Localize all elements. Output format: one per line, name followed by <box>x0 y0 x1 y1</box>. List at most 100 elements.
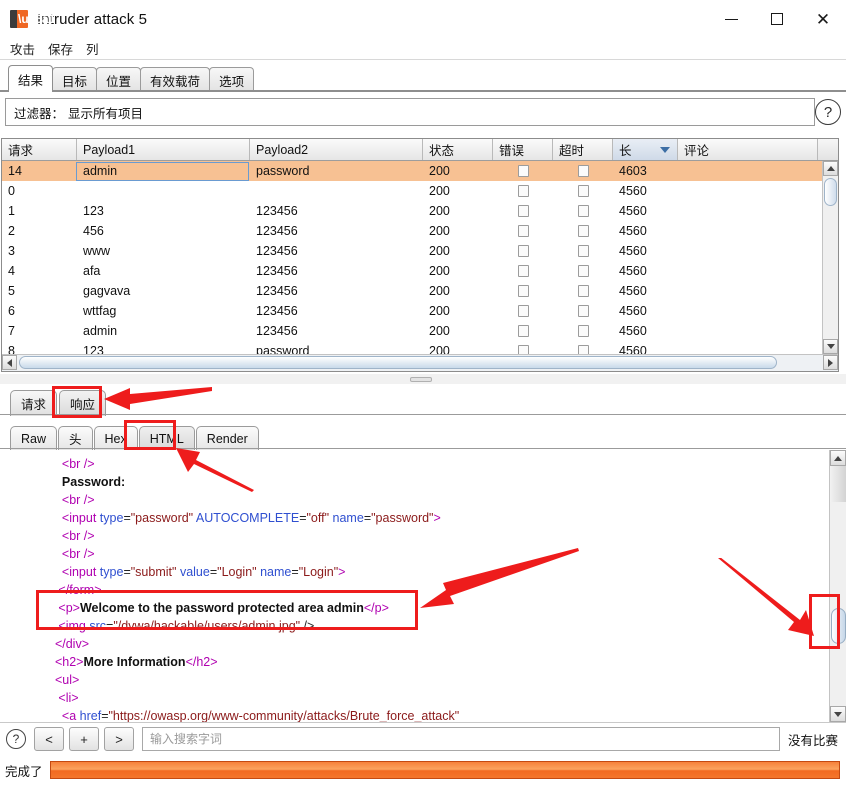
tab-target[interactable]: 目标 <box>52 67 98 92</box>
tab-hex[interactable]: Hex <box>93 426 138 450</box>
table-row[interactable]: 1 123 123456 200 4560 <box>2 201 822 221</box>
code-token-plain: /> <box>300 619 315 633</box>
timeout-checkbox[interactable] <box>577 165 589 177</box>
timeout-checkbox[interactable] <box>577 285 589 297</box>
timeout-checkbox[interactable] <box>577 325 589 337</box>
table-row[interactable]: 5 gagvava 123456 200 4560 <box>2 281 822 301</box>
code-vertical-scrollbar[interactable] <box>829 450 846 722</box>
sort-descending-icon <box>660 147 670 153</box>
code-line: <input type="submit" value="Login" name=… <box>48 563 828 581</box>
menu-item-columns[interactable]: 列 <box>86 39 99 58</box>
code-token-attr: name <box>332 511 364 525</box>
code-scroll-down-icon[interactable] <box>830 706 846 722</box>
table-header-1[interactable]: Payload1 <box>77 139 250 160</box>
code-scroll-up-icon[interactable] <box>830 450 846 466</box>
horizontal-scroll-thumb[interactable] <box>19 356 777 369</box>
error-checkbox[interactable] <box>517 185 529 197</box>
table-row[interactable]: 3 www 123456 200 4560 <box>2 241 822 261</box>
vertical-scroll-thumb[interactable] <box>824 178 837 206</box>
panel-splitter[interactable] <box>0 374 846 384</box>
timeout-checkbox[interactable] <box>577 305 589 317</box>
table-row[interactable]: 4 afa 123456 200 4560 <box>2 261 822 281</box>
table-cell-request: 3 <box>8 244 15 258</box>
error-checkbox[interactable] <box>517 245 529 257</box>
timeout-checkbox[interactable] <box>577 185 589 197</box>
status-label: 完成了 <box>5 764 43 779</box>
timeout-checkbox[interactable] <box>577 245 589 257</box>
search-next-button[interactable]: > <box>104 727 134 751</box>
table-header-2[interactable]: Payload2 <box>250 139 423 160</box>
error-checkbox[interactable] <box>517 165 529 177</box>
tab-results[interactable]: 结果 <box>8 65 54 92</box>
table-cell-error <box>493 261 553 281</box>
error-checkbox[interactable] <box>517 345 529 354</box>
tab-payloads[interactable]: 有效载荷 <box>140 67 211 92</box>
table-header-6[interactable]: 长 <box>613 139 678 160</box>
error-checkbox[interactable] <box>517 285 529 297</box>
table-cell-status: 200 <box>429 204 450 218</box>
focused-cell[interactable]: admin <box>76 161 249 181</box>
tab-positions[interactable]: 位置 <box>96 67 142 92</box>
filter-bar[interactable]: 过滤器： 显示所有项目 <box>5 98 815 126</box>
table-header-5[interactable]: 超时 <box>553 139 613 160</box>
table-cell-error <box>493 181 553 201</box>
filter-help-icon[interactable]: ? <box>815 99 841 125</box>
search-input[interactable] <box>142 727 780 751</box>
timeout-checkbox[interactable] <box>577 345 589 354</box>
table-row[interactable]: 0 200 4560 <box>2 181 822 201</box>
table-cell-timeout <box>553 181 613 201</box>
code-token-val: "https://owasp.org/www-community/attacks… <box>108 709 460 722</box>
error-checkbox[interactable] <box>517 205 529 217</box>
code-token-val: "submit" <box>130 565 177 579</box>
table-header-7[interactable]: 评论 <box>678 139 818 160</box>
tab-options[interactable]: 选项 <box>209 67 255 92</box>
menu-item-attack[interactable]: 攻击 <box>10 39 35 58</box>
table-horizontal-scrollbar[interactable] <box>2 354 838 371</box>
code-scroll-track[interactable] <box>830 466 846 502</box>
table-header-3[interactable]: 状态 <box>423 139 493 160</box>
search-help-icon[interactable]: ? <box>6 729 26 749</box>
table-cell-timeout <box>553 341 613 354</box>
search-add-button[interactable]: + <box>69 727 99 751</box>
error-checkbox[interactable] <box>517 325 529 337</box>
tab-raw[interactable]: Raw <box>10 426 58 450</box>
scroll-right-icon[interactable] <box>823 355 838 370</box>
tab-html[interactable]: HTML <box>138 426 195 450</box>
scroll-up-icon[interactable] <box>823 161 838 176</box>
table-cell-payload1: 123 <box>83 204 104 218</box>
code-token-val: "password" <box>371 511 434 525</box>
table-row[interactable]: 2 456 123456 200 4560 <box>2 221 822 241</box>
error-checkbox[interactable] <box>517 225 529 237</box>
table-vertical-scrollbar[interactable] <box>822 161 838 354</box>
tab-request[interactable]: 请求 <box>10 390 58 416</box>
search-prev-button[interactable]: < <box>34 727 64 751</box>
table-cell-payload1: www <box>83 244 111 258</box>
menu-item-save[interactable]: 保存 <box>48 39 73 58</box>
table-row[interactable]: 7 admin 123456 200 4560 <box>2 321 822 341</box>
table-row[interactable]: 6 wttfag 123456 200 4560 <box>2 301 822 321</box>
table-header-0[interactable]: 请求 <box>2 139 77 160</box>
table-header-4[interactable]: 错误 <box>493 139 553 160</box>
scroll-down-icon[interactable] <box>823 339 838 354</box>
scroll-left-icon[interactable] <box>2 355 17 370</box>
maximize-button[interactable] <box>754 0 800 38</box>
error-checkbox[interactable] <box>517 265 529 277</box>
tab-headers[interactable]: 头 <box>58 426 93 450</box>
tab-response[interactable]: 响应 <box>59 390 107 416</box>
timeout-checkbox[interactable] <box>577 205 589 217</box>
table-row[interactable]: 14 admin password 200 4603 <box>2 161 822 181</box>
error-checkbox[interactable] <box>517 305 529 317</box>
code-scroll-thumb[interactable] <box>831 608 846 644</box>
minimize-button[interactable] <box>708 0 754 38</box>
tab-render[interactable]: Render <box>195 426 259 450</box>
table-cell-payload2: 123456 <box>256 244 298 258</box>
code-token-plain: = <box>299 511 307 525</box>
splitter-grip[interactable] <box>410 377 432 382</box>
close-button[interactable]: ✕ <box>800 0 846 38</box>
code-text[interactable]: <br /> Password: <br /> <input type="pas… <box>0 450 828 722</box>
table-row[interactable]: 8 123 password 200 4560 <box>2 341 822 354</box>
timeout-checkbox[interactable] <box>577 265 589 277</box>
timeout-checkbox[interactable] <box>577 225 589 237</box>
table-cell-status: 200 <box>429 184 450 198</box>
